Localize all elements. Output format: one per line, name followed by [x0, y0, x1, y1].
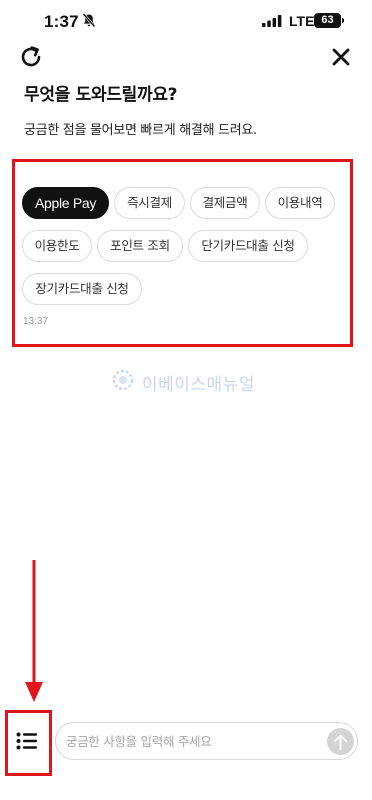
chip-short-term-loan[interactable]: 단기카드대출 신청: [188, 230, 308, 262]
bell-slash-icon: [82, 13, 96, 28]
send-button[interactable]: [327, 728, 354, 755]
chip-apple-pay[interactable]: Apple Pay: [22, 187, 109, 219]
watermark-logo-icon: [112, 369, 134, 391]
chat-composer: [55, 722, 358, 760]
chip-points-inquiry[interactable]: 포인트 조회: [97, 230, 183, 262]
chip-payment-amount[interactable]: 결제금액: [190, 187, 260, 219]
chat-input[interactable]: [66, 723, 321, 759]
battery-cap: [342, 18, 344, 23]
status-bar: 1:37 LTE 63: [0, 0, 372, 42]
close-icon[interactable]: [331, 47, 351, 67]
signal-bars-icon: [262, 15, 282, 27]
watermark: 이베이스매뉴얼: [112, 368, 272, 395]
page-subtitle: 궁금한 점을 물어보면 빠르게 해결해 드려요.: [24, 123, 257, 138]
page-title: 무엇을 도와드릴까요?: [24, 85, 178, 105]
chip-usage-history[interactable]: 이용내역: [265, 187, 335, 219]
battery-icon: 63: [314, 13, 341, 28]
watermark-text: 이베이스매뉴얼: [142, 375, 255, 395]
chip-instant-payment[interactable]: 즉시결제: [114, 187, 185, 219]
annotation-arrow-icon: [25, 560, 43, 702]
refresh-icon[interactable]: [19, 45, 43, 69]
chip-usage-limit[interactable]: 이용한도: [22, 230, 92, 262]
chip-long-term-loan[interactable]: 장기카드대출 신청: [22, 273, 142, 305]
status-time: 1:37: [44, 12, 79, 31]
battery-level: 63: [321, 14, 334, 26]
network-label: LTE: [289, 13, 315, 29]
arrow-up-icon: [334, 734, 347, 750]
list-icon[interactable]: [16, 732, 38, 750]
message-timestamp: 13:37: [23, 316, 49, 327]
